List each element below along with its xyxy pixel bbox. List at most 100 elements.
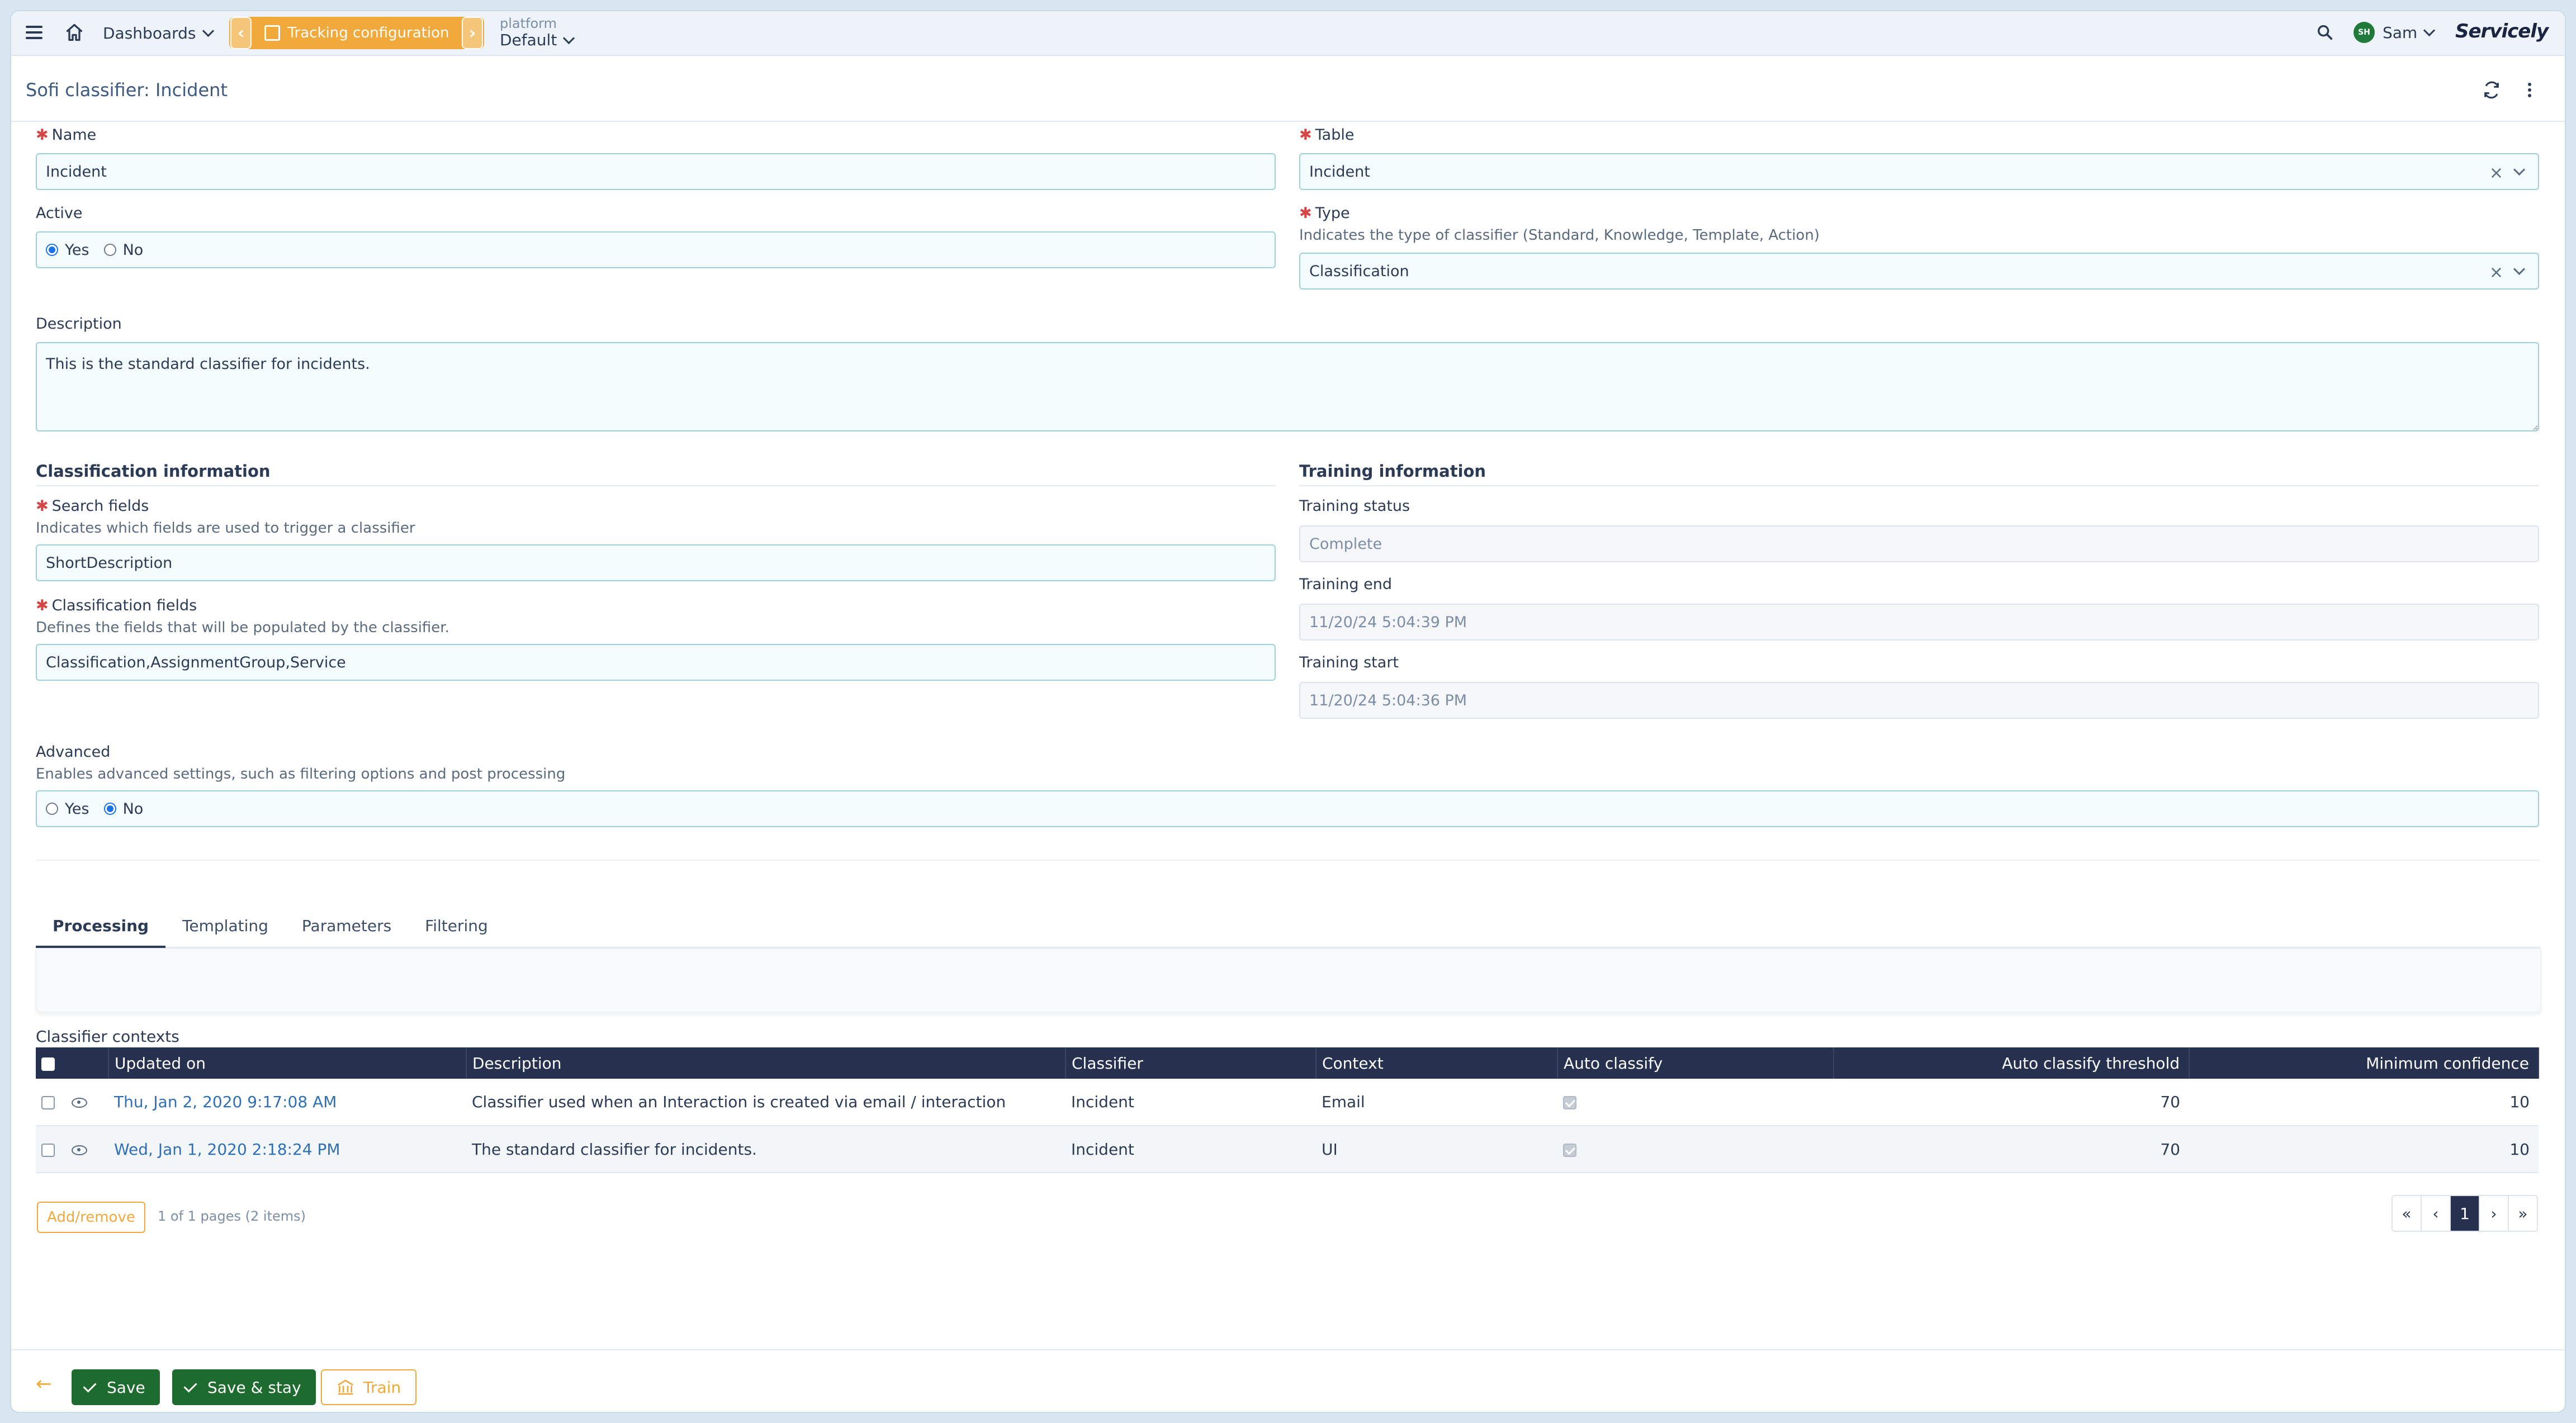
header-description[interactable]: Description xyxy=(466,1047,1066,1079)
classification-fields-input[interactable]: Classification,AssignmentGroup,Service xyxy=(36,644,1276,681)
eye-icon[interactable] xyxy=(72,1098,87,1108)
select-all-checkbox[interactable] xyxy=(41,1057,55,1071)
active-yes-radio[interactable]: Yes xyxy=(46,241,89,259)
name-field[interactable]: Incident xyxy=(36,153,1276,190)
more-options-icon[interactable] xyxy=(2527,80,2532,99)
updated-on-link[interactable]: Thu, Jan 2, 2020 9:17:08 AM xyxy=(114,1093,337,1111)
header-updated-on[interactable]: Updated on xyxy=(108,1047,467,1079)
auto-classify-cell xyxy=(1557,1126,1834,1173)
search-fields-label-text: Search fields xyxy=(51,497,149,515)
search-fields-label: ✱ Search fields xyxy=(36,497,149,515)
row-checkbox[interactable] xyxy=(41,1143,55,1157)
search-icon[interactable] xyxy=(2315,22,2336,42)
platform-caption: platform xyxy=(500,16,557,31)
clear-icon[interactable]: × xyxy=(2489,263,2503,282)
type-label-text: Type xyxy=(1315,205,1350,222)
classifier-contexts-title: Classifier contexts xyxy=(36,1027,179,1046)
header-context[interactable]: Context xyxy=(1316,1047,1558,1079)
next-arrow-icon[interactable]: › xyxy=(462,17,483,49)
table-select[interactable]: Incident × xyxy=(1299,153,2539,190)
classifier-cell: Incident xyxy=(1066,1126,1316,1173)
dashboards-label: Dashboards xyxy=(103,23,196,42)
header-auto-classify-threshold[interactable]: Auto classify threshold xyxy=(1834,1047,2190,1079)
table-row: Thu, Jan 2, 2020 9:17:08 AM Classifier u… xyxy=(36,1079,2539,1126)
train-button[interactable]: Train xyxy=(321,1369,417,1405)
updated-on-link[interactable]: Wed, Jan 1, 2020 2:18:24 PM xyxy=(114,1140,340,1159)
context-cell: UI xyxy=(1316,1126,1557,1173)
tab-parameters[interactable]: Parameters xyxy=(285,905,408,946)
row-checkbox[interactable] xyxy=(41,1096,55,1109)
save-and-stay-label: Save & stay xyxy=(207,1378,301,1397)
active-radio-group: Yes No xyxy=(36,231,1276,268)
platform-selector[interactable]: platform Default xyxy=(500,16,575,49)
tab-bar: Processing Templating Parameters Filteri… xyxy=(36,905,2540,949)
save-button[interactable]: Save xyxy=(72,1369,160,1405)
row-actions-cell xyxy=(36,1079,108,1126)
classification-fields-label: ✱ Classification fields xyxy=(36,597,197,614)
classifier-cell: Incident xyxy=(1066,1079,1316,1126)
back-arrow-icon[interactable]: ← xyxy=(36,1373,52,1395)
platform-value: Default xyxy=(500,31,557,49)
context-cell: Email xyxy=(1316,1079,1557,1126)
top-nav: Dashboards ‹ Tracking configuration › pl… xyxy=(11,11,2565,56)
tab-panel-processing xyxy=(36,948,2541,1013)
header-minimum-confidence[interactable]: Minimum confidence xyxy=(2189,1047,2539,1079)
required-icon: ✱ xyxy=(36,597,49,614)
active-label: Active xyxy=(36,205,83,222)
name-label-text: Name xyxy=(51,126,97,144)
table-value: Incident xyxy=(1309,163,1370,181)
training-status-value: Complete xyxy=(1309,535,1382,553)
page-info: 1 of 1 pages (2 items) xyxy=(158,1208,306,1224)
next-page-icon[interactable]: › xyxy=(2480,1196,2509,1231)
tab-processing[interactable]: Processing xyxy=(36,905,166,949)
save-label: Save xyxy=(107,1378,145,1397)
training-start-field: 11/20/24 5:04:36 PM xyxy=(1299,682,2539,719)
refresh-icon[interactable] xyxy=(2482,80,2501,99)
search-fields-input[interactable]: ShortDescription xyxy=(36,544,1276,581)
first-page-icon[interactable]: « xyxy=(2393,1196,2422,1231)
select-all-header xyxy=(36,1047,109,1079)
description-label: Description xyxy=(36,315,122,333)
advanced-yes-radio[interactable]: Yes xyxy=(46,800,89,818)
confidence-cell: 10 xyxy=(2189,1126,2539,1173)
chevron-down-icon[interactable] xyxy=(2513,163,2526,176)
save-and-stay-button[interactable]: Save & stay xyxy=(172,1369,316,1405)
previous-page-icon[interactable]: ‹ xyxy=(2422,1196,2451,1231)
last-page-icon[interactable]: » xyxy=(2509,1196,2537,1231)
add-remove-button[interactable]: Add/remove xyxy=(37,1202,145,1233)
required-icon: ✱ xyxy=(36,497,49,515)
header-classifier[interactable]: Classifier xyxy=(1066,1047,1317,1079)
description-cell: Classifier used when an Interaction is c… xyxy=(466,1079,1066,1126)
updated-on-cell: Thu, Jan 2, 2020 9:17:08 AM xyxy=(108,1079,466,1126)
tracking-configuration-bar[interactable]: ‹ Tracking configuration › xyxy=(229,17,484,49)
eye-icon[interactable] xyxy=(72,1145,87,1155)
required-icon: ✱ xyxy=(1299,126,1312,144)
advanced-no-radio[interactable]: No xyxy=(103,800,143,818)
home-icon[interactable] xyxy=(64,22,84,42)
footer-bar: ← Save Save & stay Train xyxy=(11,1349,2565,1412)
type-select[interactable]: Classification × xyxy=(1299,253,2539,290)
page-number-current[interactable]: 1 xyxy=(2451,1196,2480,1231)
auto-classify-checkbox xyxy=(1563,1143,1576,1157)
clear-icon[interactable]: × xyxy=(2489,163,2503,183)
table-label-text: Table xyxy=(1315,126,1355,144)
train-label: Train xyxy=(363,1378,401,1397)
bank-icon xyxy=(337,1379,354,1395)
divider xyxy=(36,860,2540,861)
user-name: Sam xyxy=(2383,23,2418,42)
tab-filtering[interactable]: Filtering xyxy=(408,905,505,946)
user-menu[interactable]: SH Sam xyxy=(2354,21,2436,44)
active-no-radio[interactable]: No xyxy=(103,241,143,259)
tab-templating[interactable]: Templating xyxy=(165,905,285,946)
header-auto-classify[interactable]: Auto classify xyxy=(1557,1047,1834,1079)
previous-arrow-icon[interactable]: ‹ xyxy=(230,17,252,49)
description-textarea[interactable]: This is the standard classifier for inci… xyxy=(36,342,2539,431)
dashboards-menu[interactable]: Dashboards xyxy=(103,22,214,44)
table-label: ✱ Table xyxy=(1299,126,1354,144)
chevron-down-icon[interactable] xyxy=(2513,263,2526,276)
advanced-yes-label: Yes xyxy=(65,800,89,818)
menu-icon[interactable] xyxy=(26,25,45,41)
required-icon: ✱ xyxy=(36,126,49,144)
type-value: Classification xyxy=(1309,262,1409,280)
advanced-radio-group: Yes No xyxy=(36,790,2539,827)
